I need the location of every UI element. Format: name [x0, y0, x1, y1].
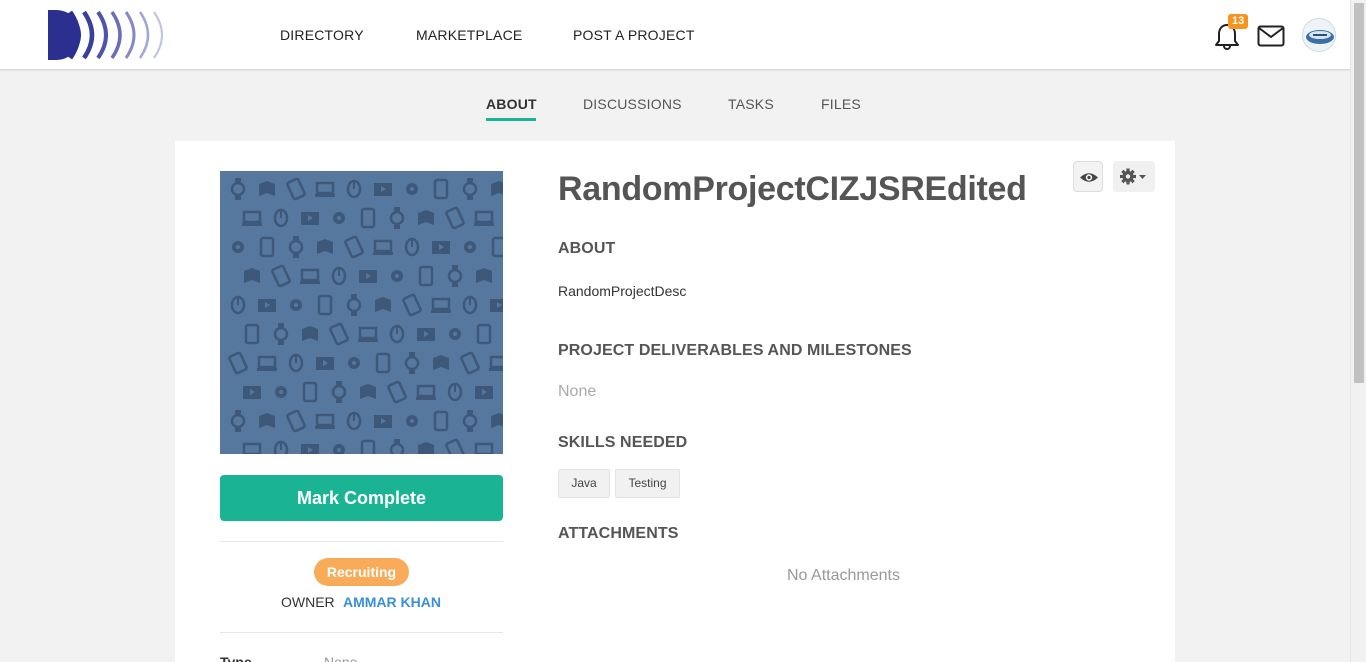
- gear-icon: [1120, 168, 1146, 185]
- page-scrollbar[interactable]: [1350, 0, 1366, 662]
- owner-name-link[interactable]: AMMAR KHAN: [343, 594, 441, 610]
- scrollbar-thumb[interactable]: [1354, 3, 1364, 383]
- nav-post-a-project[interactable]: POST A PROJECT: [573, 27, 695, 43]
- about-text: RandomProjectDesc: [558, 283, 687, 299]
- status-badge: Recruiting: [314, 558, 409, 586]
- skills-heading: SKILLS NEEDED: [558, 434, 688, 451]
- tab-tasks[interactable]: TASKS: [728, 96, 774, 112]
- project-image: [220, 171, 503, 454]
- active-tab-indicator: [486, 118, 536, 121]
- logo[interactable]: [46, 8, 170, 62]
- eye-icon: [1080, 173, 1098, 182]
- notification-badge: 13: [1228, 14, 1249, 29]
- user-avatar[interactable]: [1302, 18, 1336, 52]
- nav-directory[interactable]: DIRECTORY: [280, 27, 364, 43]
- mark-complete-button[interactable]: Mark Complete: [220, 475, 503, 521]
- tab-discussions[interactable]: DISCUSSIONS: [583, 96, 682, 112]
- mail-icon[interactable]: [1257, 25, 1285, 47]
- about-heading: ABOUT: [558, 240, 616, 257]
- icon-pattern: [228, 177, 503, 454]
- divider: [220, 541, 503, 542]
- tab-files[interactable]: FILES: [821, 96, 861, 112]
- skill-tag: Testing: [615, 469, 680, 498]
- deliverables-heading: PROJECT DELIVERABLES AND MILESTONES: [558, 342, 912, 359]
- tab-about[interactable]: ABOUT: [486, 96, 537, 112]
- nav-marketplace[interactable]: MARKETPLACE: [416, 27, 522, 43]
- type-label: Type: [220, 654, 252, 662]
- top-navbar: DIRECTORY MARKETPLACE POST A PROJECT 13: [0, 0, 1350, 70]
- settings-dropdown-button[interactable]: [1113, 161, 1155, 192]
- skill-tag: Java: [558, 469, 610, 498]
- no-attachments-text: No Attachments: [787, 567, 900, 584]
- page-title: RandomProjectCIZJSREdited: [558, 170, 1027, 208]
- deliverables-value: None: [558, 383, 597, 400]
- divider: [220, 632, 503, 633]
- view-button[interactable]: [1073, 161, 1103, 192]
- owner-label: OWNER: [281, 594, 335, 610]
- attachments-heading: ATTACHMENTS: [558, 525, 679, 542]
- type-value: None: [324, 654, 358, 662]
